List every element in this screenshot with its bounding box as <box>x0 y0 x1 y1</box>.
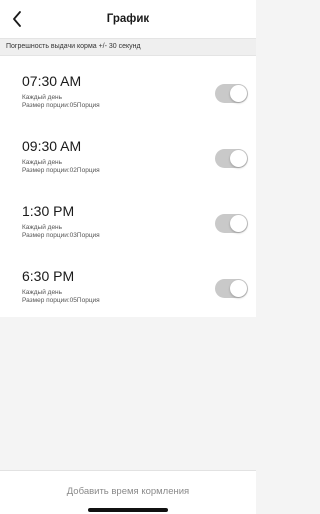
feeding-time: 09:30 AM <box>22 138 82 154</box>
toggle-knob <box>230 215 247 232</box>
toggle-knob <box>230 280 247 297</box>
schedule-toggle[interactable] <box>215 279 248 298</box>
schedule-item[interactable]: 1:30 PM Каждый день Размер порции:03Порц… <box>0 186 256 252</box>
add-feeding-time-button[interactable]: Добавить время кормления <box>0 486 256 497</box>
portion-size: Размер порции:05Порция <box>22 297 100 304</box>
feeding-time: 6:30 PM <box>22 268 75 284</box>
back-button[interactable] <box>8 9 26 29</box>
footer: Добавить время кормления <box>0 470 256 514</box>
portion-size: Размер порции:05Порция <box>22 102 100 109</box>
portion-size: Размер порции:03Порция <box>22 232 100 239</box>
header: График <box>0 0 256 38</box>
portion-size: Размер порции:02Порция <box>22 167 100 174</box>
feeding-time: 07:30 AM <box>22 73 82 89</box>
schedule-toggle[interactable] <box>215 149 248 168</box>
schedule-toggle[interactable] <box>215 214 248 233</box>
feeding-frequency: Каждый день <box>22 94 63 101</box>
toggle-knob <box>230 150 247 167</box>
feeding-time: 1:30 PM <box>22 203 75 219</box>
schedule-item[interactable]: 6:30 PM Каждый день Размер порции:05Порц… <box>0 251 256 317</box>
schedule-item[interactable]: 07:30 AM Каждый день Размер порции:05Пор… <box>0 56 256 122</box>
chevron-left-icon <box>13 11 21 27</box>
toggle-knob <box>230 85 247 102</box>
accuracy-note: Погрешность выдачи корма +/- 30 секунд <box>0 38 256 56</box>
schedule-item[interactable]: 09:30 AM Каждый день Размер порции:02Пор… <box>0 121 256 187</box>
home-indicator <box>88 508 168 512</box>
schedule-toggle[interactable] <box>215 84 248 103</box>
schedule-list: 07:30 AM Каждый день Размер порции:05Пор… <box>0 56 256 317</box>
feeding-frequency: Каждый день <box>22 159 63 166</box>
page-title: График <box>106 13 150 25</box>
feeding-frequency: Каждый день <box>22 289 63 296</box>
feeding-frequency: Каждый день <box>22 224 63 231</box>
